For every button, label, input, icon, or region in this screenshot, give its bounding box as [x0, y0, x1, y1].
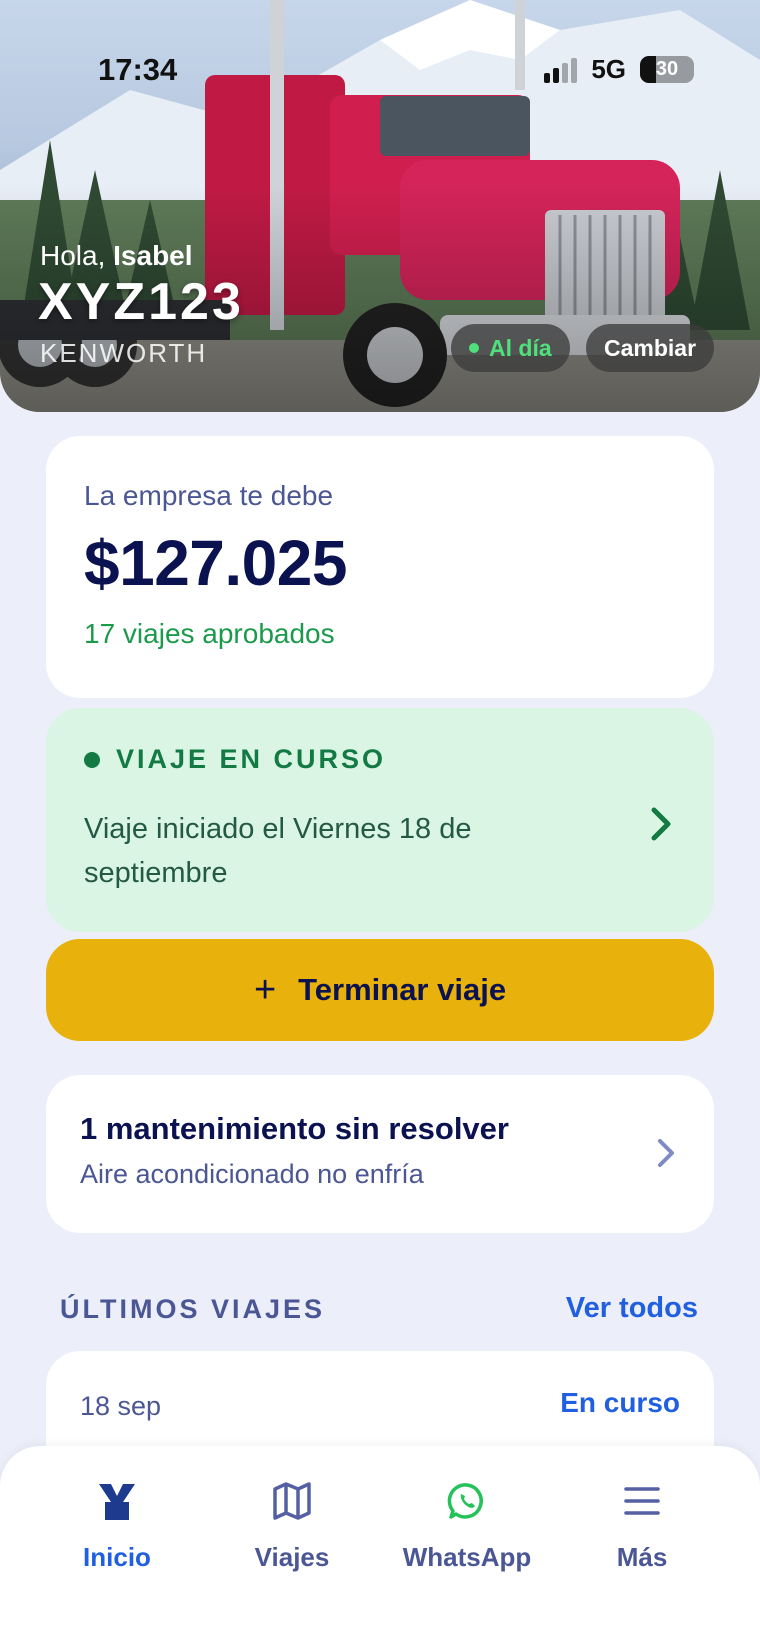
- nav-label-viajes: Viajes: [254, 1542, 330, 1572]
- home-logo-icon: [99, 1484, 135, 1520]
- nav-item-mas[interactable]: Más: [552, 1476, 732, 1573]
- nav-label-mas: Más: [616, 1542, 668, 1572]
- nav-label-whatsapp: WhatsApp: [402, 1542, 532, 1572]
- vehicle-plate: XYZ123: [38, 273, 244, 331]
- maintenance-title: 1 mantenimiento sin resolver: [80, 1111, 509, 1146]
- status-badge: Al día: [451, 324, 570, 372]
- battery-icon: 30: [640, 56, 694, 83]
- greeting: Hola, Isabel: [40, 240, 193, 272]
- status-badge-label: Al día: [489, 334, 552, 361]
- current-trip-header: VIAJE EN CURSO: [84, 744, 676, 775]
- chevron-right-icon: [658, 1139, 674, 1167]
- menu-icon: [624, 1487, 660, 1515]
- bottom-nav: Inicio Viajes WhatsApp Más: [0, 1446, 760, 1650]
- battery-fill: [640, 56, 657, 83]
- status-dot-icon: [469, 343, 479, 353]
- status-indicators: 5G 30: [544, 54, 694, 85]
- recent-trips-title: ÚLTIMOS VIAJES: [60, 1294, 326, 1324]
- approved-trips: 17 viajes aprobados: [84, 618, 335, 649]
- greeting-prefix: Hola,: [40, 240, 106, 271]
- see-all-link[interactable]: Ver todos: [566, 1292, 698, 1325]
- maintenance-card[interactable]: 1 mantenimiento sin resolver Aire acondi…: [46, 1075, 714, 1233]
- current-trip-card[interactable]: VIAJE EN CURSO Viaje iniciado el Viernes…: [46, 708, 714, 932]
- finish-trip-label: Terminar viaje: [298, 972, 507, 1007]
- debt-label: La empresa te debe: [84, 480, 334, 511]
- debt-card: La empresa te debe $127.025 17 viajes ap…: [46, 436, 714, 698]
- nav-label-inicio: Inicio: [83, 1542, 151, 1572]
- current-trip-description: Viaje iniciado el Viernes 18 de septiemb…: [84, 813, 472, 889]
- whatsapp-icon: [447, 1483, 483, 1519]
- trip-date: 18 sep: [80, 1391, 162, 1421]
- finish-trip-button[interactable]: + Terminar viaje: [46, 939, 714, 1041]
- nav-item-viajes[interactable]: Viajes: [202, 1476, 382, 1573]
- vehicle-hero: 17:34 5G 30 Hola, Isabel XYZ123 KENWORTH…: [0, 0, 760, 412]
- status-time: 17:34: [98, 52, 178, 87]
- trip-status: En curso: [560, 1387, 680, 1418]
- change-vehicle-button[interactable]: Cambiar: [586, 324, 715, 372]
- map-icon: [273, 1482, 311, 1520]
- user-name: Isabel: [113, 240, 193, 271]
- nav-item-whatsapp[interactable]: WhatsApp: [377, 1476, 557, 1573]
- plus-icon: +: [253, 968, 277, 1011]
- chevron-right-icon: [651, 807, 671, 841]
- vehicle-brand: KENWORTH: [40, 338, 208, 368]
- network-label: 5G: [591, 54, 626, 84]
- debt-amount: $127.025: [84, 527, 347, 599]
- current-trip-title: VIAJE EN CURSO: [116, 744, 387, 774]
- nav-item-inicio[interactable]: Inicio: [27, 1476, 207, 1573]
- signal-icon: [544, 57, 578, 83]
- battery-level: 30: [655, 58, 679, 80]
- live-dot-icon: [84, 751, 100, 768]
- maintenance-subtitle: Aire acondicionado no enfría: [80, 1159, 424, 1189]
